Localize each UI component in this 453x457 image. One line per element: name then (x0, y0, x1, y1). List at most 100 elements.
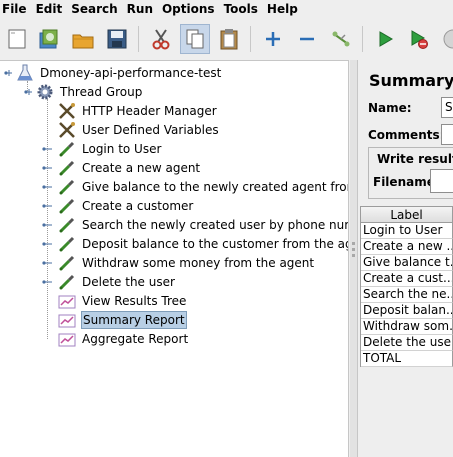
tree-node-sampler[interactable]: Withdraw some money from the agent (42, 253, 315, 272)
expander-icon[interactable] (42, 278, 52, 286)
toolbar (0, 20, 453, 58)
pane-splitter[interactable] (350, 60, 358, 457)
start-button[interactable] (370, 24, 400, 54)
toggle-icon (332, 31, 350, 47)
expander-icon[interactable] (4, 69, 12, 77)
expander-icon[interactable] (42, 259, 52, 267)
menu-help[interactable]: Help (267, 0, 298, 18)
results-table[interactable]: Label Login to User Create a new ... Giv… (360, 206, 453, 367)
menu-search[interactable]: Search (71, 0, 117, 18)
templates-icon (39, 29, 58, 49)
tree-node-http-header-manager[interactable]: HTTP Header Manager (58, 101, 218, 120)
tree-node-sampler[interactable]: Search the newly created user by phone n… (42, 215, 349, 234)
paste-button[interactable] (214, 24, 244, 54)
toggle-button[interactable] (326, 24, 356, 54)
table-row[interactable]: Delete the user (361, 335, 453, 351)
filename-field[interactable] (430, 169, 453, 193)
toolbar-separator (138, 26, 139, 52)
menu-file[interactable]: File (2, 0, 27, 18)
save-icon (107, 29, 127, 49)
table-row[interactable]: Create a cust... (361, 271, 453, 287)
expander-icon[interactable] (42, 202, 52, 210)
tree-node-aggregate-report[interactable]: Aggregate Report (58, 329, 189, 348)
tree-node-summary-report[interactable]: Summary Report (58, 310, 187, 329)
tree-node-sampler[interactable]: Create a new agent (42, 158, 201, 177)
menu-bar: File Edit Search Run Options Tools Help (0, 0, 453, 18)
start-no-pauses-button[interactable] (404, 24, 434, 54)
expander-icon[interactable] (24, 88, 32, 96)
collapse-button[interactable] (292, 24, 322, 54)
tree-label: Deposit balance to the customer from the… (82, 236, 349, 251)
tree-node-sampler[interactable]: Login to User (42, 139, 162, 158)
table-row[interactable]: Deposit balan... (361, 303, 453, 319)
tree-label: Aggregate Report (82, 331, 189, 346)
cut-icon (152, 29, 170, 50)
tree-label: Search the newly created user by phone n… (82, 217, 349, 232)
tree-node-sampler[interactable]: Deposit balance to the customer from the… (42, 234, 349, 253)
name-label: Name: (368, 101, 412, 115)
splitter-grip (352, 248, 355, 251)
cut-button[interactable] (146, 24, 176, 54)
expand-button[interactable] (258, 24, 288, 54)
pipette-icon (58, 273, 76, 291)
comments-label: Comments: (368, 128, 445, 142)
tree-node-test-plan[interactable]: Dmoney-api-performance-test (4, 63, 222, 82)
pipette-icon (58, 140, 76, 158)
tree-label: Thread Group (60, 84, 143, 99)
open-button[interactable] (68, 24, 98, 54)
start-no-pauses-icon (411, 30, 428, 49)
templates-button[interactable] (34, 24, 64, 54)
wrench-scissors-icon (58, 121, 76, 139)
tree-label: Delete the user (82, 274, 175, 289)
tree-label: Withdraw some money from the agent (82, 255, 315, 270)
tree-node-sampler[interactable]: Give balance to the newly created agent … (42, 177, 348, 196)
expander-icon[interactable] (42, 183, 52, 191)
table-row[interactable]: TOTAL (361, 351, 453, 367)
copy-button[interactable] (180, 24, 210, 54)
table-row[interactable]: Withdraw som... (361, 319, 453, 335)
panel-title: Summary R (369, 71, 453, 90)
menu-run[interactable]: Run (127, 0, 153, 18)
name-field[interactable]: Su (441, 97, 453, 118)
expand-icon (266, 32, 280, 46)
tree-node-view-results-tree[interactable]: View Results Tree (58, 291, 187, 310)
expander-icon[interactable] (42, 164, 52, 172)
expander-icon[interactable] (42, 145, 52, 153)
tree-label: Create a customer (82, 198, 194, 213)
toolbar-separator (250, 26, 251, 52)
tree-label: Login to User (82, 141, 162, 156)
menu-options[interactable]: Options (162, 0, 215, 18)
splitter-grip (352, 254, 355, 257)
open-icon (72, 34, 94, 49)
test-plan-tree[interactable]: Dmoney-api-performance-test Thread Group… (0, 60, 349, 457)
expander-icon[interactable] (42, 221, 52, 229)
tree-node-sampler[interactable]: Create a customer (42, 196, 194, 215)
menu-edit[interactable]: Edit (36, 0, 63, 18)
tree-label: Give balance to the newly created agent … (82, 179, 348, 194)
table-row[interactable]: Give balance t... (361, 255, 453, 271)
table-row[interactable]: Create a new ... (361, 239, 453, 255)
copy-icon (186, 29, 204, 49)
comments-field[interactable] (441, 124, 453, 145)
collapse-icon (300, 37, 314, 41)
chart-icon (58, 330, 76, 348)
tree-label: Create a new agent (82, 160, 201, 175)
tree-node-sampler[interactable]: Delete the user (42, 272, 176, 291)
summary-report-panel: Summary R Name: Su Comments: Write resul… (359, 60, 453, 457)
write-results-label: Write results (375, 152, 453, 166)
menu-tools[interactable]: Tools (224, 0, 258, 18)
expander-icon[interactable] (42, 240, 52, 248)
column-header-label[interactable]: Label (361, 206, 453, 223)
pipette-icon (58, 197, 76, 215)
paste-icon (220, 29, 238, 50)
stop-button[interactable] (438, 24, 453, 54)
save-button[interactable] (102, 24, 132, 54)
tree-node-user-defined-variables[interactable]: User Defined Variables (58, 120, 220, 139)
table-row[interactable]: Login to User (361, 223, 453, 239)
table-row[interactable]: Search the ne... (361, 287, 453, 303)
stop-icon (443, 29, 453, 49)
new-icon (8, 29, 26, 49)
new-button[interactable] (2, 24, 32, 54)
tree-label: HTTP Header Manager (82, 103, 217, 118)
tree-node-thread-group[interactable]: Thread Group (24, 82, 143, 101)
